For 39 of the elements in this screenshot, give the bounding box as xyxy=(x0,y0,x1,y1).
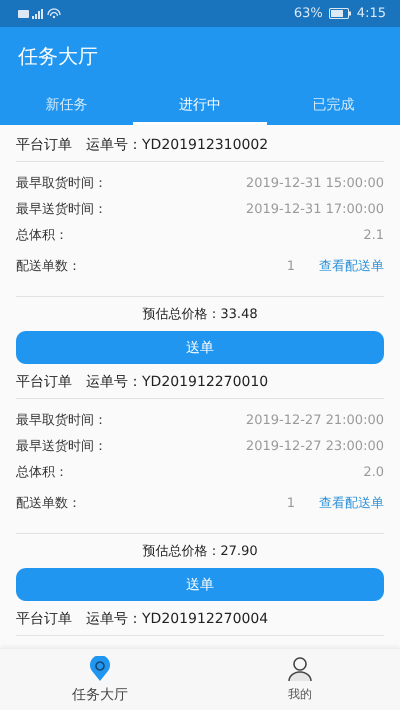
clock-time: 4:15 xyxy=(356,6,386,21)
view-delivery-link[interactable]: 查看配送单 xyxy=(319,494,384,512)
tab[interactable]: 新任务 xyxy=(0,85,134,125)
waybill-number: 运单号：YD201912310002 xyxy=(86,136,268,154)
field-label: 总体积： xyxy=(16,227,68,244)
estimated-price: 预估总价格：33.48 xyxy=(142,306,258,323)
field-value: 2019-12-31 17:00:00 xyxy=(246,202,384,216)
field-label: 最早取货时间： xyxy=(16,412,107,429)
field-label: 最早送货时间： xyxy=(16,438,107,455)
estimated-price: 预估总价格：27.90 xyxy=(142,543,258,560)
waybill-number: 运单号：YD201912270004 xyxy=(86,610,268,628)
field-value: 1 xyxy=(286,496,295,510)
field-value: 2.1 xyxy=(363,228,384,242)
field-value: 2019-12-27 21:00:00 xyxy=(246,412,384,428)
field-label: 最早取货时间： xyxy=(16,175,107,192)
field-value: 2019-12-31 15:00:00 xyxy=(246,176,384,190)
nav-item[interactable]: 我的 xyxy=(200,649,400,710)
battery-icon xyxy=(328,8,351,19)
tab[interactable]: 进行中 xyxy=(133,85,267,125)
field-value: 1 xyxy=(286,258,295,274)
field-label: 配送单数： xyxy=(16,495,81,512)
battery-percent: 63% xyxy=(294,6,323,21)
field-label: 配送单数： xyxy=(16,258,81,275)
location-pin-icon xyxy=(87,656,113,682)
order-source: 平台订单 xyxy=(16,372,72,390)
field-label: 总体积： xyxy=(16,464,68,481)
view-delivery-link[interactable]: 查看配送单 xyxy=(319,257,384,275)
tab[interactable]: 已完成 xyxy=(266,85,400,125)
person-icon xyxy=(287,656,313,682)
send-button[interactable]: 送单 xyxy=(16,331,384,364)
waybill-number: 运单号：YD201912270010 xyxy=(86,372,268,390)
nav-item[interactable]: 任务大厅 xyxy=(0,649,200,710)
order-source: 平台订单 xyxy=(16,610,72,628)
field-value: 2.0 xyxy=(363,464,384,480)
field-label: 最早送货时间： xyxy=(16,201,107,218)
send-button[interactable]: 送单 xyxy=(16,568,384,601)
order-source: 平台订单 xyxy=(16,136,72,154)
page-title: 任务大厅 xyxy=(18,42,98,70)
field-value: 2019-12-27 23:00:00 xyxy=(246,438,384,454)
